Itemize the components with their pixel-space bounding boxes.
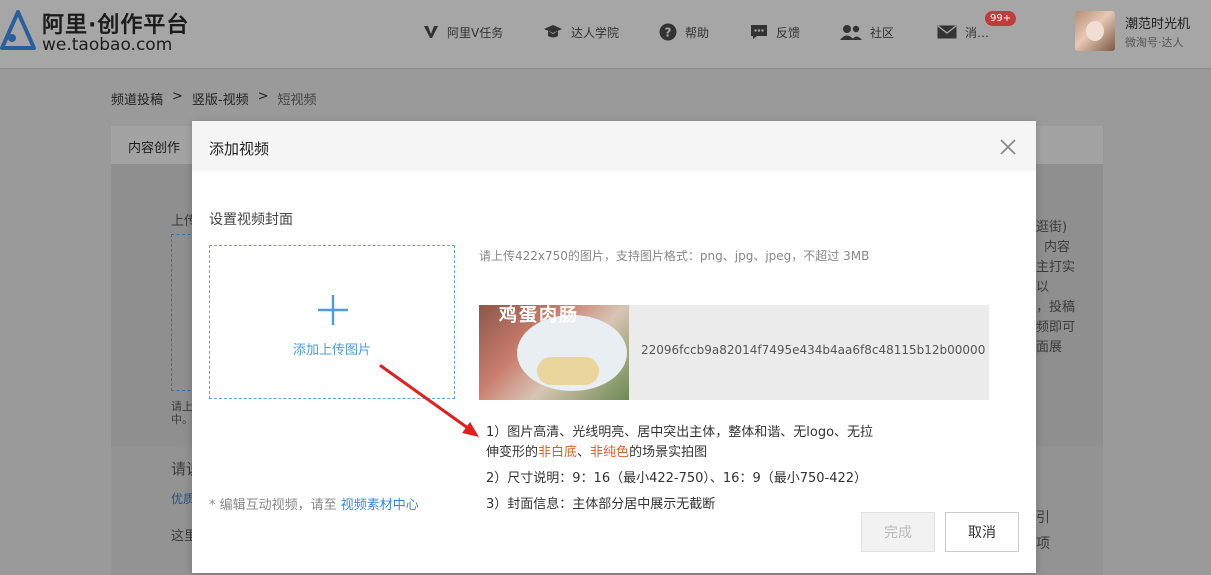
nav-label: 消…	[965, 25, 990, 40]
nav-label: 社区	[870, 25, 895, 40]
video-file-name: 22096fccb9a82014f7495e434b4aa6f8c48115b1…	[641, 343, 986, 357]
breadcrumb-item[interactable]: 频道投稿	[111, 89, 163, 108]
cover-rule-2: 2）尺寸说明：9：16（最小422-750）、16：9（最小750-422）	[486, 471, 868, 486]
graduation-cap-icon	[544, 25, 562, 38]
annotation-arrow-icon	[379, 364, 479, 437]
community-icon	[840, 25, 862, 40]
user-subtitle: 微淘号·达人	[1125, 36, 1184, 49]
nav-label: 帮助	[685, 25, 710, 40]
help-icon: ?	[659, 23, 677, 41]
video-material-center-link[interactable]: 视频素材中心	[341, 498, 419, 513]
nav-community[interactable]: 社区	[840, 20, 894, 44]
cover-rule-1: 1）图片高清、光线明亮、居中突出主体，整体和谐、无logo、无拉	[486, 425, 874, 440]
cover-rule-3: 3）封面信息：主体部分居中展示无截断	[486, 497, 716, 512]
feedback-icon	[751, 25, 767, 39]
nav-messages[interactable]: 消…	[937, 20, 989, 44]
thumbnail-caption: 鸡蛋肉肠	[499, 305, 579, 326]
nav-academy[interactable]: 达人学院	[543, 20, 619, 44]
tab-content-creation[interactable]: 内容创作	[128, 137, 180, 156]
breadcrumb-current: 短视频	[277, 93, 317, 108]
cancel-button[interactable]: 取消	[945, 512, 1019, 552]
nav-feedback[interactable]: 反馈	[750, 20, 800, 44]
message-count-badge: 99+	[985, 11, 1017, 26]
bg-side-note-2: 引 项	[1036, 510, 1050, 552]
breadcrumb-item[interactable]: 竖版-视频	[192, 89, 249, 108]
nav-v-task[interactable]: 阿里V任务	[423, 20, 503, 44]
svg-text:?: ?	[665, 26, 672, 40]
user-name[interactable]: 潮范时光机	[1125, 13, 1190, 32]
bg-hint: 请上 中。	[171, 400, 193, 426]
message-icon	[937, 25, 957, 39]
nav-label: 阿里V任务	[447, 25, 504, 40]
logo-subtitle: we.taobao.com	[42, 35, 173, 55]
plus-icon	[318, 295, 348, 325]
alibaba-logo-icon[interactable]	[0, 10, 36, 52]
chevron-right-icon: >	[172, 89, 183, 104]
nav-label: 达人学院	[571, 25, 620, 40]
top-header: 阿里·创作平台 we.taobao.com 阿里V任务 达人学院 ? 帮助 反馈…	[0, 0, 1211, 69]
upload-hint: 请上传422x750的图片，支持图片格式：png、jpg、jpeg，不超过 3M…	[479, 249, 870, 263]
section-title: 设置视频封面	[209, 212, 293, 228]
dialog-title: 添加视频	[209, 140, 270, 158]
highlight-non-solid: 非纯色	[590, 445, 630, 460]
close-icon[interactable]	[999, 138, 1017, 156]
done-button[interactable]: 完成	[861, 512, 935, 552]
bg-side-note: 逛街) 内容 主打实 以 ，投稿 频即可 面展	[1036, 220, 1076, 355]
v-task-icon	[424, 26, 438, 38]
avatar[interactable]	[1075, 11, 1115, 51]
highlight-non-white: 非白底	[538, 445, 578, 460]
breadcrumb: 频道投稿 > 竖版-视频 > 短视频	[111, 89, 317, 108]
cover-rule-1-cont: 伸变形的非白底、非纯色的场景实拍图	[486, 445, 708, 460]
nav-help[interactable]: ? 帮助	[659, 20, 709, 44]
nav-label: 反馈	[776, 25, 801, 40]
chevron-right-icon: >	[257, 89, 269, 104]
video-thumbnail-row[interactable]: 鸡蛋肉肠 22096fccb9a82014f7495e434b4aa6f8c48…	[479, 305, 989, 400]
interactive-video-note: * 编辑互动视频，请至 视频素材中心	[209, 498, 419, 513]
dialog-header: 添加视频	[192, 121, 1036, 171]
add-video-dialog: 添加视频 设置视频封面 添加上传图片 请上传422x750的图片，支持图片格式：…	[192, 121, 1036, 573]
video-thumbnail: 鸡蛋肉肠	[479, 305, 629, 400]
